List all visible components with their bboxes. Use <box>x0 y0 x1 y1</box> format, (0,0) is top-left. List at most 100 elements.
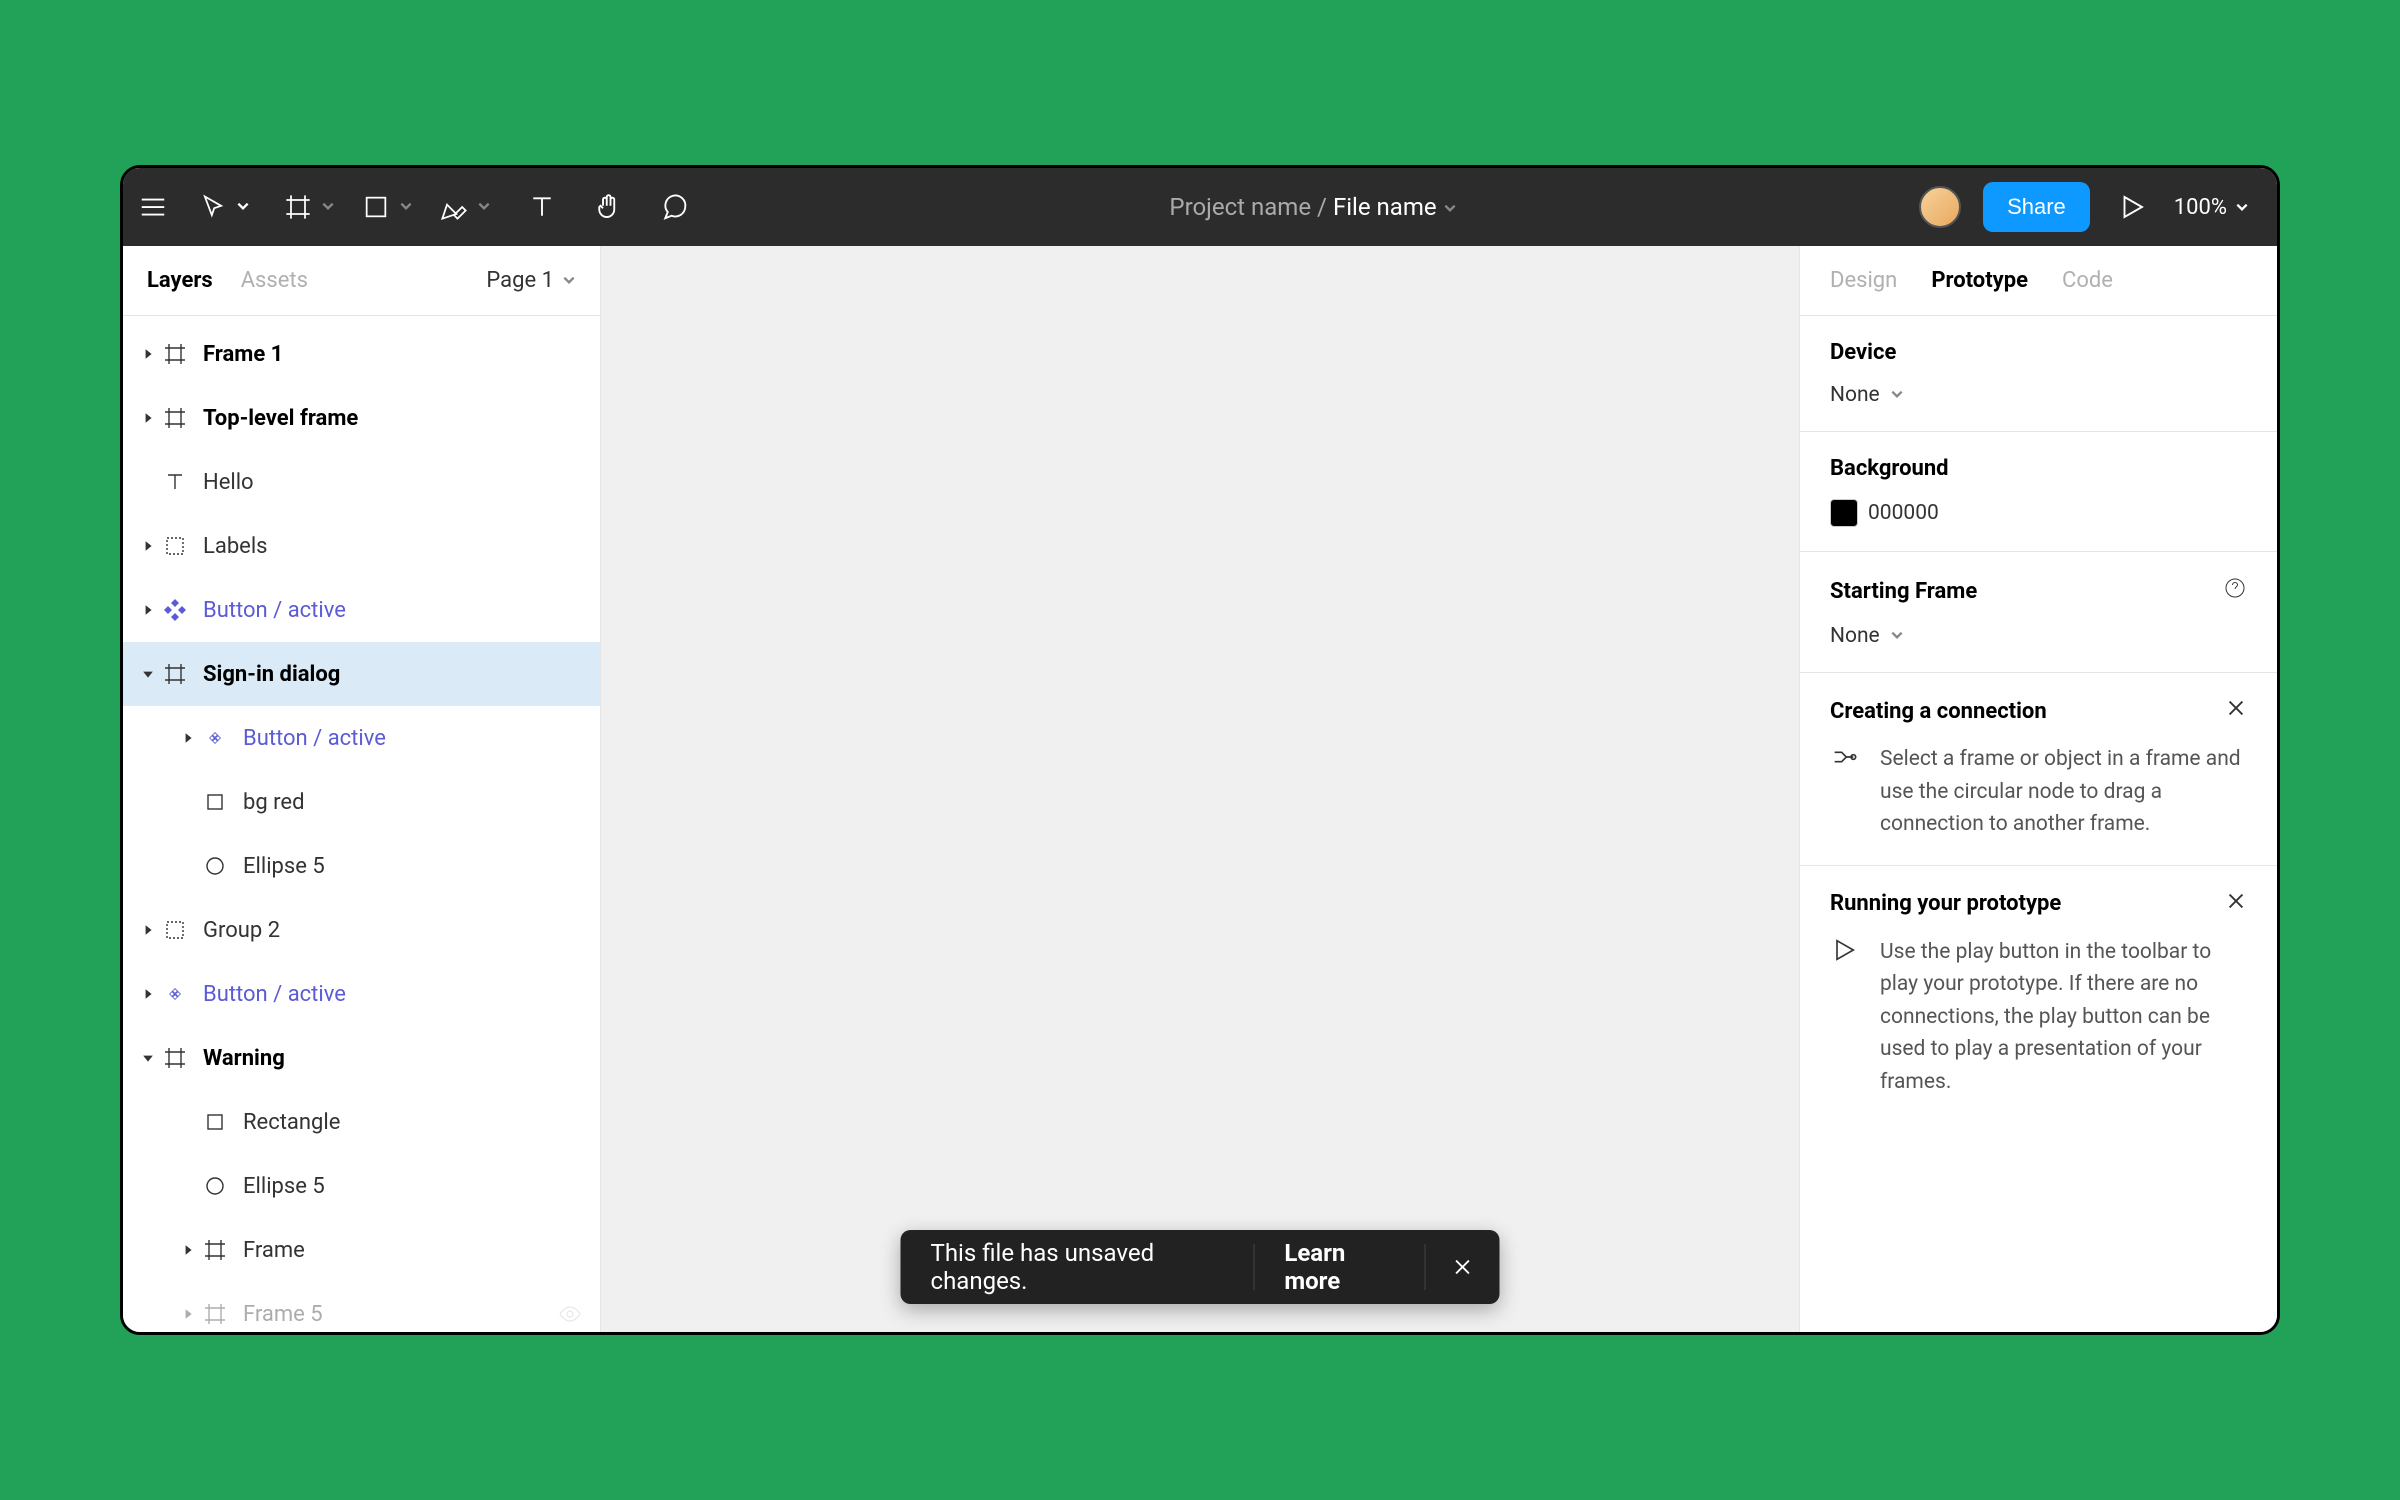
layer-row[interactable]: Sign-in dialog <box>123 642 600 706</box>
layer-row[interactable]: Group 2 <box>123 898 600 962</box>
disclosure-triangle[interactable] <box>177 732 199 744</box>
layer-label: Button / active <box>203 982 346 1007</box>
color-swatch[interactable] <box>1830 499 1858 527</box>
layer-row[interactable]: Frame 1 <box>123 322 600 386</box>
group-icon <box>159 534 191 558</box>
tab-layers[interactable]: Layers <box>147 268 213 293</box>
background-value[interactable]: 000000 <box>1830 499 2247 527</box>
chevron-down-icon <box>477 198 491 217</box>
frame-icon <box>199 1238 231 1262</box>
layer-row[interactable]: Ellipse 5 <box>123 1154 600 1218</box>
disclosure-triangle[interactable] <box>137 412 159 424</box>
group-icon <box>159 918 191 942</box>
help-connection-text: Select a frame or object in a frame and … <box>1880 743 2247 841</box>
right-panel: Design Prototype Code Device None Backgr… <box>1799 246 2277 1332</box>
text-icon <box>159 470 191 494</box>
component-filled-icon <box>159 598 191 622</box>
avatar[interactable] <box>1919 186 1961 228</box>
layer-row[interactable]: Labels <box>123 514 600 578</box>
move-tool[interactable] <box>183 168 275 246</box>
layer-row[interactable]: Hello <box>123 450 600 514</box>
chevron-down-icon <box>321 198 335 217</box>
component-icon <box>159 982 191 1006</box>
right-tabs: Design Prototype Code <box>1800 246 2277 316</box>
zoom-control[interactable]: 100% <box>2174 195 2249 220</box>
disclosure-triangle[interactable] <box>137 668 159 680</box>
shape-tool[interactable] <box>353 168 431 246</box>
menu-button[interactable] <box>123 168 183 246</box>
present-button[interactable] <box>2112 168 2152 246</box>
layer-label: bg red <box>243 790 305 815</box>
rect-icon <box>199 790 231 814</box>
chevron-down-icon <box>1890 383 1904 407</box>
starting-frame-value[interactable]: None <box>1830 624 2247 648</box>
disclosure-triangle[interactable] <box>137 988 159 1000</box>
hand-tool[interactable] <box>575 168 641 246</box>
layer-label: Ellipse 5 <box>243 1174 325 1199</box>
help-icon[interactable] <box>2223 576 2247 606</box>
visibility-toggle[interactable] <box>558 1302 582 1326</box>
layer-label: Sign-in dialog <box>203 662 340 687</box>
chevron-down-icon <box>1443 193 1457 221</box>
frame-tool[interactable] <box>275 168 353 246</box>
close-button[interactable] <box>2225 697 2247 725</box>
device-value[interactable]: None <box>1830 383 2247 407</box>
left-panel: Layers Assets Page 1 Frame 1 Top-level fr… <box>123 246 601 1332</box>
comment-tool[interactable] <box>641 168 707 246</box>
layer-label: Frame 5 <box>243 1302 323 1327</box>
disclosure-triangle[interactable] <box>137 540 159 552</box>
chevron-down-icon <box>2235 195 2249 220</box>
layer-label: Frame <box>243 1238 305 1263</box>
disclosure-triangle[interactable] <box>137 348 159 360</box>
layer-row[interactable]: bg red <box>123 770 600 834</box>
tab-prototype[interactable]: Prototype <box>1931 268 2028 293</box>
layer-label: Top-level frame <box>203 406 358 431</box>
file-title[interactable]: Project name / File name <box>707 193 1919 221</box>
starting-frame-section: Starting Frame None <box>1800 552 2277 673</box>
close-button[interactable] <box>2225 890 2247 918</box>
canvas[interactable]: This file has unsaved changes. Learn mor… <box>601 246 1799 1332</box>
help-running-section: Running your prototype Use the play butt… <box>1800 866 2277 1123</box>
text-tool[interactable] <box>509 168 575 246</box>
toast-action-button[interactable]: Learn more <box>1253 1244 1424 1290</box>
pen-tool[interactable] <box>431 168 509 246</box>
help-running-title: Running your prototype <box>1830 891 2061 916</box>
disclosure-triangle[interactable] <box>177 1244 199 1256</box>
layer-row[interactable]: Frame 5 <box>123 1282 600 1332</box>
page-label: Page 1 <box>486 268 554 293</box>
layer-row[interactable]: Top-level frame <box>123 386 600 450</box>
chevron-down-icon <box>236 198 250 217</box>
layer-row[interactable]: Button / active <box>123 706 600 770</box>
top-toolbar: Project name / File name Share 100% <box>123 168 2277 246</box>
disclosure-triangle[interactable] <box>137 1052 159 1064</box>
project-name: Project name / <box>1169 193 1327 221</box>
starting-frame-title: Starting Frame <box>1830 579 1977 604</box>
chevron-down-icon <box>1890 624 1904 648</box>
layer-row[interactable]: Ellipse 5 <box>123 834 600 898</box>
toast-close-button[interactable] <box>1425 1244 1500 1290</box>
frame-icon <box>199 1302 231 1326</box>
layer-row[interactable]: Frame <box>123 1218 600 1282</box>
tab-design[interactable]: Design <box>1830 268 1897 293</box>
layer-label: Frame 1 <box>203 342 283 367</box>
share-button[interactable]: Share <box>1983 182 2090 232</box>
tab-code[interactable]: Code <box>2062 268 2113 293</box>
connection-icon <box>1830 743 1858 775</box>
disclosure-triangle[interactable] <box>137 924 159 936</box>
layer-row[interactable]: Warning <box>123 1026 600 1090</box>
tab-assets[interactable]: Assets <box>241 268 308 293</box>
layer-label: Labels <box>203 534 268 559</box>
layer-label: Group 2 <box>203 918 280 943</box>
frame-icon <box>275 193 321 221</box>
disclosure-triangle[interactable] <box>177 1308 199 1320</box>
layer-label: Button / active <box>243 726 386 751</box>
zoom-value: 100% <box>2174 195 2227 220</box>
background-title: Background <box>1830 456 2247 481</box>
layer-row[interactable]: Rectangle <box>123 1090 600 1154</box>
disclosure-triangle[interactable] <box>137 604 159 616</box>
layer-row[interactable]: Button / active <box>123 962 600 1026</box>
component-icon <box>199 726 231 750</box>
page-selector[interactable]: Page 1 <box>486 268 576 293</box>
chevron-down-icon <box>399 198 413 217</box>
layer-row[interactable]: Button / active <box>123 578 600 642</box>
